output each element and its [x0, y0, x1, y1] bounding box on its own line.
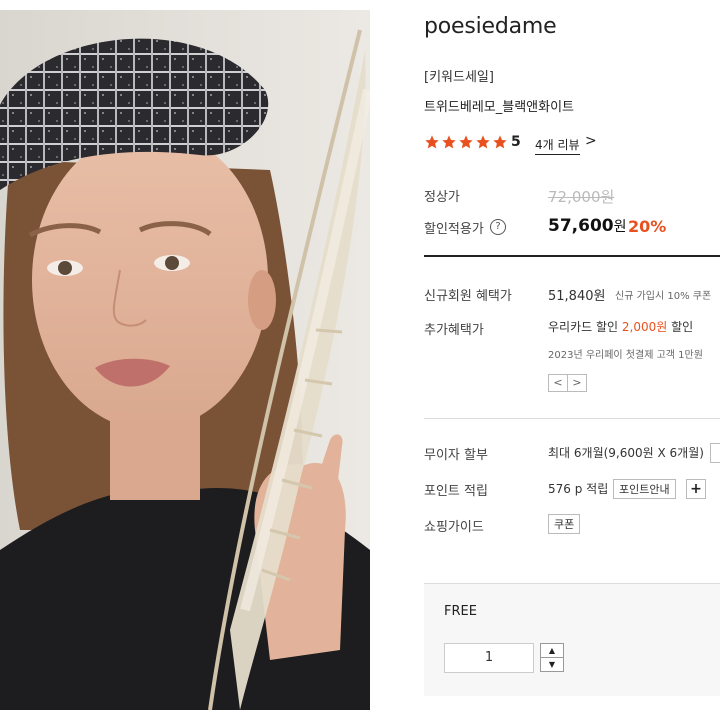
- installment-more-button[interactable]: [710, 443, 720, 463]
- quantity-down-icon[interactable]: ▼: [540, 657, 564, 672]
- review-link[interactable]: 4개 리뷰: [535, 136, 580, 155]
- points-label: 포인트 적립: [424, 484, 488, 499]
- installment-value: 최대 6개월(9,600원 X 6개월): [548, 446, 704, 460]
- regular-price-label: 정상가: [424, 190, 460, 205]
- sale-price: 57,600원: [548, 216, 627, 236]
- star-icon: [442, 135, 456, 149]
- product-name: 트위드베레모_블랙앤화이트: [424, 100, 575, 115]
- chevron-right-icon[interactable]: >: [568, 374, 587, 392]
- quantity-up-icon[interactable]: ▲: [540, 643, 564, 658]
- points-info-button[interactable]: 포인트안내: [613, 479, 676, 499]
- option-box: [424, 583, 720, 696]
- sale-price-value: 57,600: [548, 216, 614, 236]
- option-label: FREE: [444, 604, 477, 619]
- coupon-button[interactable]: 쿠폰: [548, 514, 581, 534]
- sale-price-unit: 원: [613, 219, 627, 235]
- rating-score: 5: [511, 134, 521, 150]
- chevron-left-icon[interactable]: <: [548, 374, 568, 392]
- star-icon: [493, 135, 507, 149]
- benefit-pager: < >: [548, 374, 587, 392]
- star-icon: [425, 135, 439, 149]
- points-value: 576 p 적립: [548, 482, 609, 496]
- new-member-price: 51,840원: [548, 289, 606, 304]
- extra-benefit-suffix: 할인: [671, 320, 694, 334]
- plus-icon[interactable]: +: [686, 479, 706, 499]
- product-photo: [0, 10, 370, 710]
- sale-price-label: 할인적용가: [424, 222, 484, 237]
- star-icon: [459, 135, 473, 149]
- discount-rate: 20%: [628, 217, 667, 236]
- chevron-right-icon[interactable]: >: [585, 133, 597, 149]
- extra-benefit-note: 2023년 우리페이 첫결제 고객 1만원: [548, 350, 703, 361]
- star-icon: [476, 135, 490, 149]
- help-icon[interactable]: ?: [490, 219, 506, 235]
- quantity-input[interactable]: 1: [444, 643, 534, 673]
- keyword-tag: [키워드세일]: [424, 70, 494, 85]
- extra-benefit-amount: 2,000원: [621, 320, 668, 334]
- installment-label: 무이자 할부: [424, 448, 488, 463]
- new-member-label: 신규회원 혜택가: [424, 289, 512, 304]
- price-divider: [424, 255, 720, 257]
- product-info-panel: poesiedame [키워드세일] 트위드베레모_블랙앤화이트 5 4개 리뷰…: [424, 0, 720, 720]
- rating-stars: [424, 134, 508, 150]
- extra-benefit: 우리카드 할인 2,000원 할인: [548, 318, 693, 335]
- brand-name[interactable]: poesiedame: [424, 14, 557, 39]
- benefit-divider: [424, 418, 720, 419]
- shopping-guide-label: 쇼핑가이드: [424, 520, 484, 535]
- extra-benefit-label: 추가혜택가: [424, 323, 484, 338]
- new-member-note: 신규 가입시 10% 쿠폰: [615, 291, 712, 302]
- regular-price: 72,000원: [548, 188, 615, 206]
- extra-benefit-prefix: 우리카드 할인: [548, 320, 619, 334]
